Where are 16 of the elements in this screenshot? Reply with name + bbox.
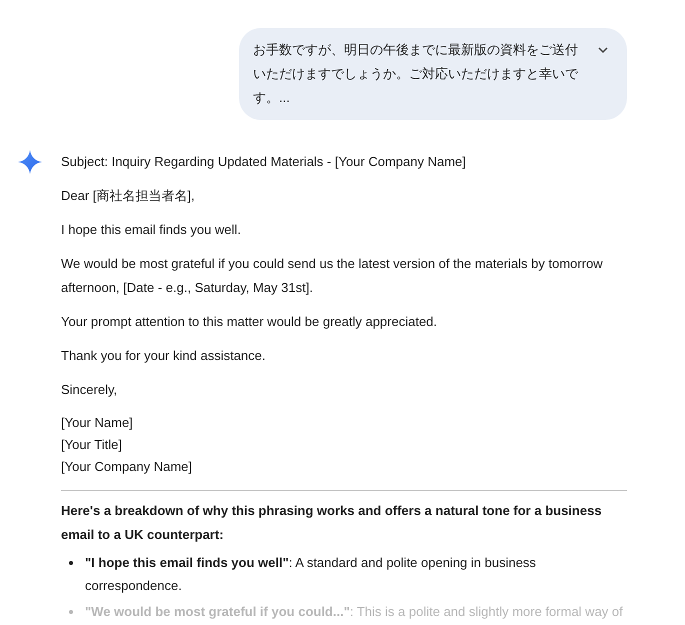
email-paragraph: Dear [商社名担当者名],	[61, 187, 196, 205]
email-paragraph: Sincerely,	[61, 381, 118, 399]
chevron-icon	[597, 46, 609, 54]
signature-line: [Your Title]	[61, 436, 123, 454]
bullet-text: "We would be most grateful if you could...": This is a polite and slightly more formal way of	[85, 603, 624, 621]
user-message-text: お手数ですが、明日の午後までに最新版の資料をご送付いただけますでしょうか。ご対応いただけますと幸いです。...	[253, 41, 580, 107]
breakdown-heading: Here's a breakdown of why this phrasing works and offers a natural tone for a business email to a UK counterpart:	[61, 502, 603, 544]
signature-line: [Your Name]	[61, 414, 134, 432]
sparkle-icon	[18, 150, 42, 174]
email-paragraph: Your prompt attention to this matter would be greatly appreciated.	[61, 313, 438, 331]
bullet-text: "I hope this email finds you well": A standard and polite opening in business correspondence.	[85, 554, 537, 595]
email-paragraph: I hope this email finds you well.	[61, 221, 242, 239]
email-paragraph: Thank you for your kind assistance.	[61, 347, 266, 365]
email-paragraph: We would be most grateful if you could send us the latest version of the materials by tomorrow afternoon, [Date - e.g., Saturday, May 31st].	[61, 255, 604, 297]
signature-line: [Your Company Name]	[61, 458, 194, 476]
email-paragraph: Subject: Inquiry Regarding Updated Materials - [Your Company Name]	[61, 153, 467, 171]
